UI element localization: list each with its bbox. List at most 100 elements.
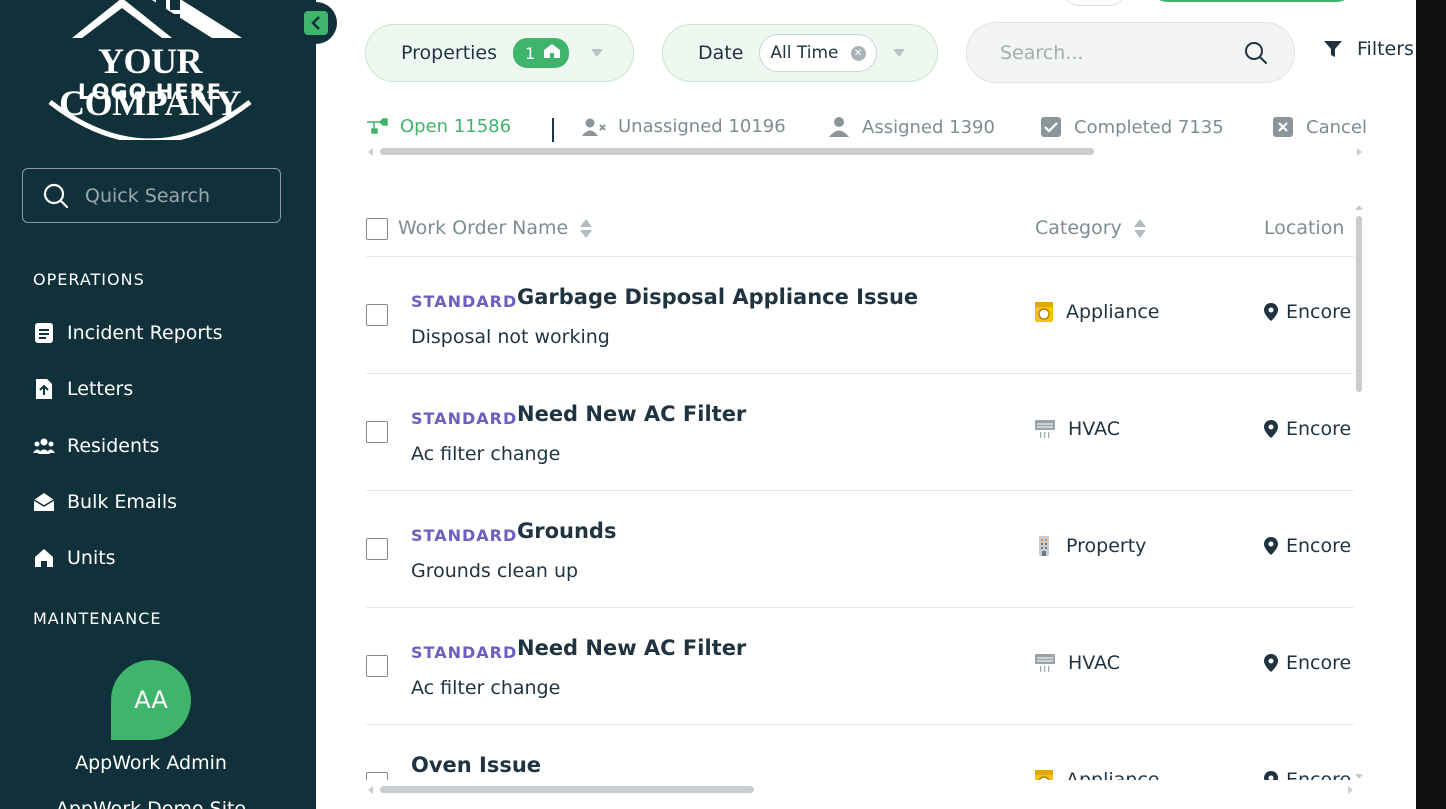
user-x-icon xyxy=(582,117,606,137)
tab-divider xyxy=(552,118,554,142)
table-vertical-scrollbar[interactable] xyxy=(1356,216,1362,392)
row-checkbox[interactable] xyxy=(366,655,388,677)
location-label: Encore xyxy=(1286,418,1352,440)
tab-cancelled[interactable]: Cancelled xyxy=(1272,116,1366,138)
work-order-description: Ac filter change xyxy=(411,443,561,465)
properties-filter[interactable]: Properties 1 xyxy=(365,24,634,82)
file-upload-icon xyxy=(33,378,55,400)
location-cell: Encore xyxy=(1264,301,1351,323)
column-header-category[interactable]: Category xyxy=(1035,217,1146,239)
sidebar-item-residents[interactable]: Residents xyxy=(33,431,159,461)
search-input[interactable] xyxy=(1000,41,1230,64)
table-row[interactable]: STANDARD Need New AC Filter Ac filter ch… xyxy=(366,608,1354,725)
date-value-chip[interactable]: All Time ✕ xyxy=(759,34,877,72)
sidebar: YOUR COMPANY LOGO HERE Quick Search OPER… xyxy=(0,0,316,809)
table-header: Work Order Name Category Location xyxy=(366,200,1354,257)
user-icon xyxy=(828,116,850,138)
search-field[interactable] xyxy=(966,22,1295,83)
clear-date-icon[interactable]: ✕ xyxy=(850,45,866,61)
appliance-icon xyxy=(1034,769,1054,780)
sidebar-item-bulk-emails[interactable]: Bulk Emails xyxy=(33,487,177,517)
tab-unassigned[interactable]: Unassigned 10196 xyxy=(582,116,786,137)
scroll-up-arrow[interactable] xyxy=(1355,205,1363,210)
tab-label: Assigned 1390 xyxy=(862,116,995,138)
table-row[interactable]: STANDARD Garbage Disposal Appliance Issu… xyxy=(366,257,1354,374)
select-all-checkbox[interactable] xyxy=(366,218,388,240)
work-order-title[interactable]: Need New AC Filter xyxy=(517,636,746,660)
location-label: Encore xyxy=(1286,535,1352,557)
scroll-right-arrow[interactable] xyxy=(1348,786,1353,794)
sidebar-item-units[interactable]: Units xyxy=(33,543,116,573)
table-row[interactable]: Oven Issue Appliance Encore xyxy=(366,725,1354,780)
row-checkbox[interactable] xyxy=(366,538,388,560)
location-label: Encore xyxy=(1286,769,1352,780)
work-order-type: STANDARD xyxy=(411,409,518,428)
location-label: Encore xyxy=(1286,301,1352,323)
location-label: Encore xyxy=(1286,652,1352,674)
work-order-title[interactable]: Need New AC Filter xyxy=(517,402,746,426)
sort-icon[interactable] xyxy=(580,218,593,238)
quick-search-input[interactable]: Quick Search xyxy=(22,168,281,223)
x-square-icon xyxy=(1272,116,1294,138)
scroll-right-arrow[interactable] xyxy=(1357,148,1362,156)
scroll-left-arrow[interactable] xyxy=(368,786,373,794)
user-name: AppWork Admin xyxy=(75,752,227,774)
building-icon xyxy=(1034,535,1054,557)
envelope-open-icon xyxy=(33,491,55,513)
scroll-left-arrow[interactable] xyxy=(368,148,373,156)
work-order-title[interactable]: Garbage Disposal Appliance Issue xyxy=(517,285,918,309)
sidebar-item-incident-reports[interactable]: Incident Reports xyxy=(33,318,223,348)
location-cell: Encore xyxy=(1264,535,1351,557)
hvac-icon xyxy=(1034,419,1056,439)
top-secondary-button[interactable] xyxy=(1062,0,1126,6)
work-order-description: Disposal not working xyxy=(411,326,610,348)
sidebar-item-label: Incident Reports xyxy=(67,322,223,344)
avatar[interactable]: AA xyxy=(111,660,191,740)
row-checkbox[interactable] xyxy=(366,304,388,326)
table-row[interactable]: STANDARD Need New AC Filter Ac filter ch… xyxy=(366,374,1354,491)
map-pin-icon xyxy=(1264,303,1278,321)
date-value: All Time xyxy=(770,43,839,63)
tab-completed[interactable]: Completed 7135 xyxy=(1040,116,1224,138)
table-row[interactable]: STANDARD Grounds Grounds clean up Proper… xyxy=(366,491,1354,608)
category-label: Appliance xyxy=(1066,769,1160,780)
location-cell: Encore xyxy=(1264,769,1351,780)
category-label: Appliance xyxy=(1066,301,1160,323)
tab-label: Completed 7135 xyxy=(1074,116,1224,138)
date-filter[interactable]: Date All Time ✕ xyxy=(662,24,938,82)
chevron-down-icon xyxy=(591,49,604,57)
tab-assigned[interactable]: Assigned 1390 xyxy=(828,116,995,138)
filters-button[interactable]: Filters xyxy=(1323,38,1414,60)
tab-open[interactable]: Open 11586 xyxy=(366,116,511,137)
column-header-label: Category xyxy=(1035,217,1122,239)
table-horizontal-scrollbar[interactable] xyxy=(380,786,754,793)
work-orders-table: Work Order Name Category Location STANDA… xyxy=(366,200,1354,780)
properties-count-badge: 1 xyxy=(513,38,570,68)
column-header-label: Work Order Name xyxy=(398,217,569,239)
sidebar-item-label: Bulk Emails xyxy=(67,491,178,513)
work-order-type: STANDARD xyxy=(411,526,518,545)
tabs-scrollbar[interactable] xyxy=(380,148,1094,155)
category-cell: HVAC xyxy=(1034,418,1120,440)
section-label-maintenance: MAINTENANCE xyxy=(33,609,162,628)
collapse-sidebar-button[interactable] xyxy=(295,2,337,44)
location-cell: Encore xyxy=(1264,652,1351,674)
work-order-title[interactable]: Oven Issue xyxy=(411,753,541,777)
row-checkbox[interactable] xyxy=(366,772,388,780)
top-primary-button[interactable] xyxy=(1152,0,1352,2)
map-pin-icon xyxy=(1264,537,1278,555)
category-label: HVAC xyxy=(1068,418,1120,440)
column-header-location[interactable]: Location xyxy=(1264,217,1344,239)
row-checkbox[interactable] xyxy=(366,421,388,443)
column-header-name[interactable]: Work Order Name xyxy=(398,217,593,239)
house-icon xyxy=(543,43,561,63)
work-order-title[interactable]: Grounds xyxy=(517,519,616,543)
category-cell: HVAC xyxy=(1034,652,1120,674)
work-order-type: STANDARD xyxy=(411,292,518,311)
filters-label: Filters xyxy=(1357,38,1414,60)
sort-icon[interactable] xyxy=(1133,218,1146,238)
search-icon[interactable] xyxy=(1244,41,1268,65)
category-label: Property xyxy=(1066,535,1147,557)
sidebar-item-letters[interactable]: Letters xyxy=(33,374,133,404)
scroll-down-arrow[interactable] xyxy=(1355,774,1363,779)
